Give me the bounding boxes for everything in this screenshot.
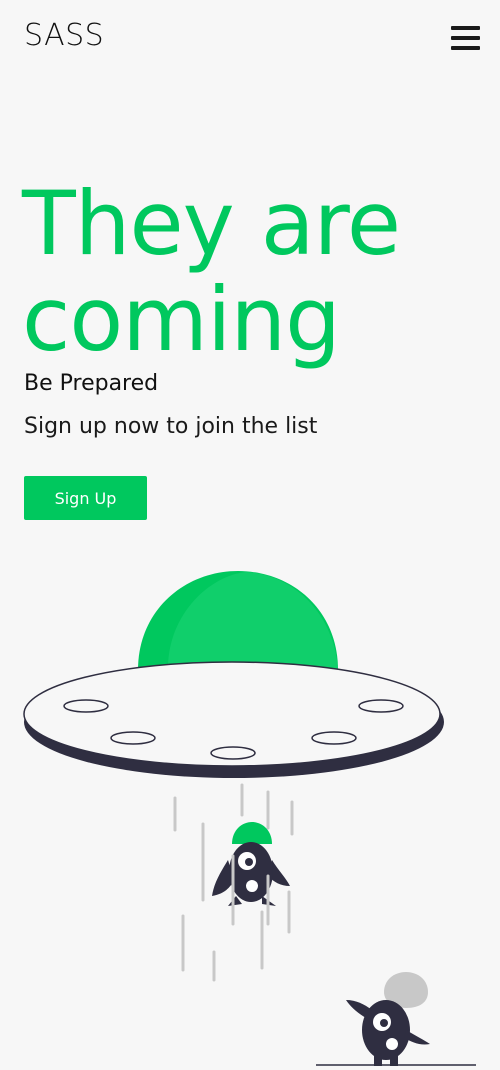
menu-bar [451,26,480,30]
landing-page: SASS They are coming Be Prepared Sign up… [0,0,500,1070]
hero-subline: Sign up now to join the list [24,414,318,439]
site-header: SASS [0,0,500,80]
menu-bar [451,36,480,40]
hamburger-menu-icon[interactable] [451,24,481,52]
menu-bar [451,46,480,50]
hero-tagline: Be Prepared [24,371,159,396]
ufo-abduction-illustration [23,571,476,1066]
ground-alien [346,972,430,1066]
hero-title: They are coming [22,172,401,371]
site-logo[interactable]: SASS [24,18,104,54]
floating-alien [212,822,290,926]
ufo-saucer [23,661,444,778]
ufo-dome [138,571,338,670]
sign-up-button[interactable]: Sign Up [24,476,147,520]
